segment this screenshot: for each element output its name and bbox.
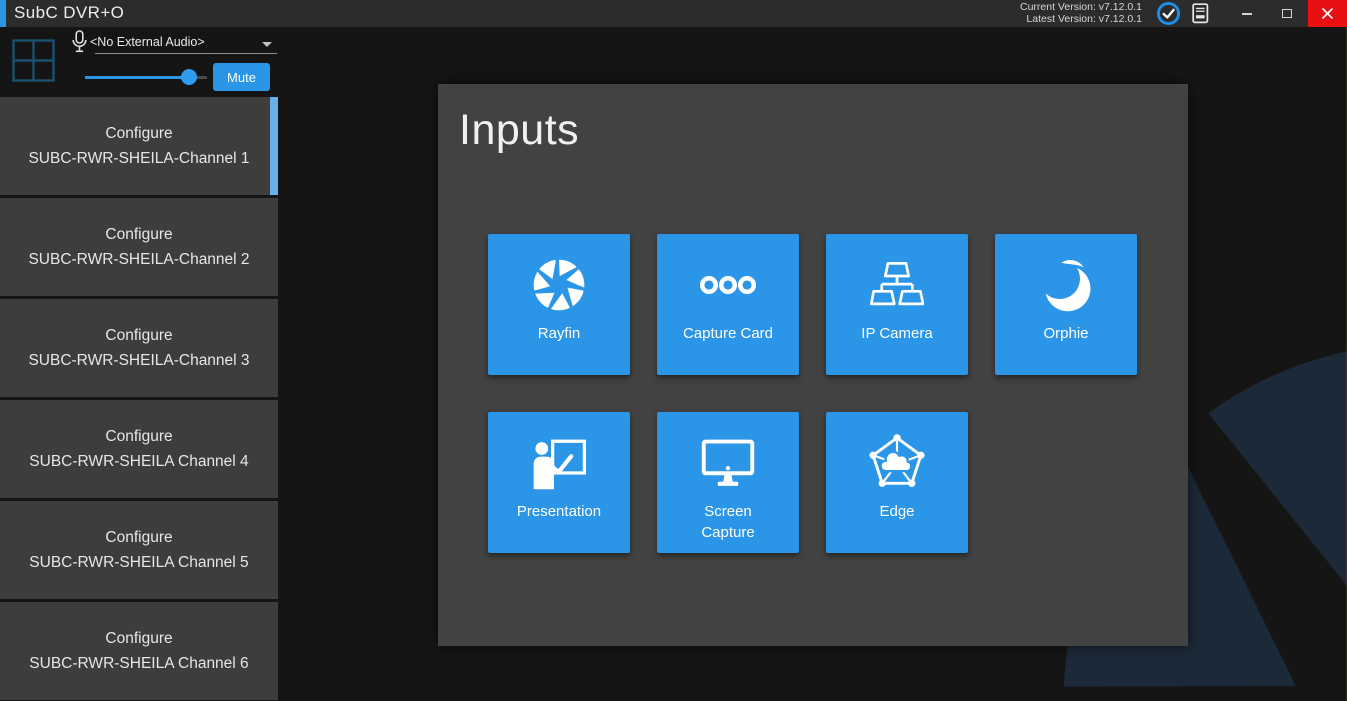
tile-ip-camera[interactable]: IP Camera (826, 234, 968, 375)
channel-item-4[interactable]: Configure SUBC-RWR-SHEILA Channel 4 (0, 400, 278, 498)
channel-action-label: Configure (105, 226, 172, 244)
microphone-icon (72, 30, 87, 54)
log-book-icon (1192, 3, 1209, 24)
channel-item-5[interactable]: Configure SUBC-RWR-SHEILA Channel 5 (0, 501, 278, 599)
active-channel-indicator (270, 97, 278, 195)
close-button[interactable] (1308, 0, 1347, 27)
version-info: Current Version: v7.12.0.1 Latest Versio… (1020, 2, 1142, 25)
mute-button[interactable]: Mute (213, 63, 270, 91)
aperture-icon (532, 258, 586, 312)
tile-orphie[interactable]: Orphie (995, 234, 1137, 375)
close-icon (1322, 8, 1333, 19)
channel-item-3[interactable]: Configure SUBC-RWR-SHEILA-Channel 3 (0, 299, 278, 397)
tile-label: Edge (879, 501, 914, 522)
tile-label: Orphie (1043, 323, 1088, 344)
tile-label: IP Camera (861, 323, 932, 344)
input-tiles-grid: Rayfin Capture Card (488, 234, 1137, 553)
channel-action-label: Configure (105, 125, 172, 143)
three-circles-icon (699, 274, 757, 296)
minimize-button[interactable] (1230, 0, 1264, 27)
channel-item-1[interactable]: Configure SUBC-RWR-SHEILA-Channel 1 (0, 97, 278, 195)
latest-version-label: Latest Version: v7.12.0.1 (1020, 14, 1142, 26)
maximize-icon (1282, 9, 1292, 18)
channel-name-label: SUBC-RWR-SHEILA-Channel 2 (28, 251, 249, 269)
channel-name-label: SUBC-RWR-SHEILA-Channel 1 (28, 150, 249, 168)
monitor-icon (700, 438, 756, 488)
channel-item-6[interactable]: Configure SUBC-RWR-SHEILA Channel 6 (0, 602, 278, 700)
channel-name-label: SUBC-RWR-SHEILA-Channel 3 (28, 352, 249, 370)
pentagon-cloud-icon (866, 434, 928, 492)
inputs-panel: Inputs (438, 84, 1188, 646)
tile-screen-capture[interactable]: Screen Capture (657, 412, 799, 553)
tile-presentation[interactable]: Presentation (488, 412, 630, 553)
network-monitors-icon (870, 260, 924, 310)
update-ok-check-icon (1156, 1, 1181, 26)
tile-label: Screen Capture (692, 501, 764, 543)
log-button[interactable] (1187, 0, 1213, 27)
channel-item-2[interactable]: Configure SUBC-RWR-SHEILA-Channel 2 (0, 198, 278, 296)
titlebar: SubC DVR+O Current Version: v7.12.0.1 La… (0, 0, 1347, 27)
channel-action-label: Configure (105, 630, 172, 648)
current-version-label: Current Version: v7.12.0.1 (1020, 2, 1142, 14)
audio-controls: <No External Audio> Mute (0, 27, 300, 97)
presenter-board-icon (530, 436, 588, 490)
app-window: SubC DVR+O Current Version: v7.12.0.1 La… (0, 0, 1347, 701)
app-title: SubC DVR+O (14, 0, 124, 26)
channel-action-label: Configure (105, 529, 172, 547)
volume-slider-fill (85, 76, 189, 79)
channel-name-label: SUBC-RWR-SHEILA Channel 4 (29, 453, 248, 471)
volume-slider-thumb[interactable] (181, 69, 197, 85)
chevron-down-icon[interactable] (262, 42, 272, 47)
volume-slider[interactable] (85, 69, 207, 85)
tile-rayfin[interactable]: Rayfin (488, 234, 630, 375)
maximize-button[interactable] (1270, 0, 1304, 27)
audio-device-underline (95, 53, 277, 54)
accent-stripe (0, 0, 6, 27)
crescent-icon (1037, 256, 1095, 314)
channel-action-label: Configure (105, 428, 172, 446)
tile-label: Rayfin (538, 323, 581, 344)
grid-layout-icon[interactable] (12, 39, 55, 82)
audio-device-select[interactable]: <No External Audio> (90, 35, 255, 49)
channel-sidebar: Configure SUBC-RWR-SHEILA-Channel 1 Conf… (0, 97, 278, 701)
update-status-button[interactable] (1153, 0, 1183, 27)
tile-capture-card[interactable]: Capture Card (657, 234, 799, 375)
minimize-icon (1242, 13, 1252, 15)
page-title: Inputs (459, 106, 579, 155)
channel-action-label: Configure (105, 327, 172, 345)
channel-name-label: SUBC-RWR-SHEILA Channel 5 (29, 554, 248, 572)
channel-name-label: SUBC-RWR-SHEILA Channel 6 (29, 655, 248, 673)
tile-label: Presentation (517, 501, 601, 522)
tile-edge[interactable]: Edge (826, 412, 968, 553)
tile-label: Capture Card (683, 323, 773, 344)
